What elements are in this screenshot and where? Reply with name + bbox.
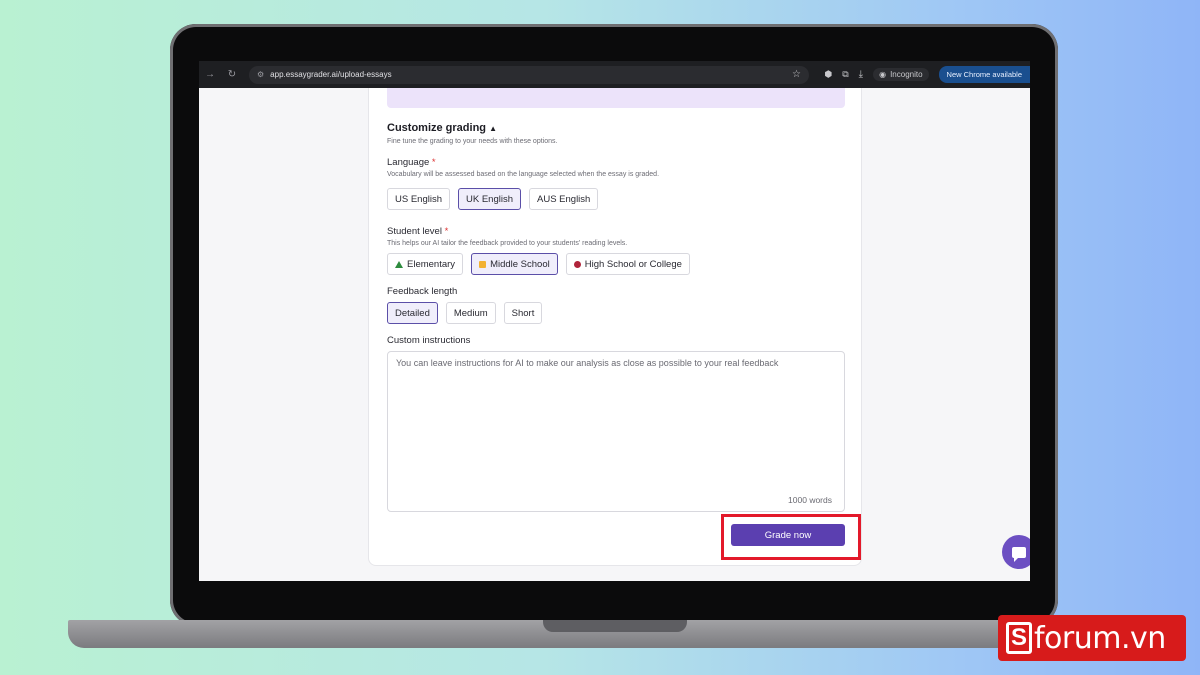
feedback-option-medium[interactable]: Medium [445,302,496,324]
bookmark-star-icon[interactable]: ☆ [792,69,801,80]
feedback-option-short[interactable]: Short [503,302,543,324]
language-option-aus[interactable]: AUS English [529,188,599,210]
level-option-elementary[interactable]: Elementary [387,253,464,275]
incognito-indicator[interactable]: ◉ Incognito [873,68,929,81]
language-hint: Vocabulary will be assessed based on the… [387,171,660,178]
feedback-length-label: Feedback length [387,286,458,297]
student-level-hint: This helps our AI tailor the feedback pr… [387,240,628,247]
language-option-uk[interactable]: UK English [458,188,521,210]
extensions-puzzle-icon[interactable]: ⧉ [842,69,848,80]
student-level-options: Elementary Middle School High School or … [387,253,690,275]
level-option-high-school[interactable]: High School or College [565,253,690,275]
forward-icon[interactable]: → [199,69,221,80]
watermark-brand: forum.vn [1034,620,1166,656]
tree-icon [395,260,403,268]
watermark-s-logo: S [1006,622,1032,654]
download-icon[interactable]: ⤓ [859,69,863,80]
circle-icon [573,260,581,268]
browser-toolbar: → ↻ ⚙ app.essaygrader.ai/upload-essays ☆… [199,61,1030,88]
extension-icon[interactable]: ⬢ [824,69,832,80]
chat-icon [1012,546,1026,562]
custom-instructions-textarea[interactable]: You can leave instructions for AI to mak… [387,351,845,512]
feedback-length-options: Detailed Medium Short [387,302,543,324]
caret-up-icon: ▲ [489,124,497,133]
feedback-option-detailed[interactable]: Detailed [387,302,438,324]
upload-area-bottom[interactable] [387,88,845,108]
customize-grading-toggle[interactable]: Customize grading ▲ [387,122,497,134]
watermark-logo: S forum.vn [998,615,1186,661]
word-limit: 1000 words [788,495,832,505]
student-level-label: Student level * [387,226,449,237]
laptop-screen: → ↻ ⚙ app.essaygrader.ai/upload-essays ☆… [199,61,1030,581]
site-settings-icon[interactable]: ⚙ [257,70,264,79]
update-chrome-button[interactable]: New Chrome available [938,66,1030,83]
address-bar[interactable]: ⚙ app.essaygrader.ai/upload-essays ☆ [249,65,809,84]
grade-now-button[interactable]: Grade now [731,524,845,546]
custom-instructions-label: Custom instructions [387,335,471,346]
language-options: US English UK English AUS English [387,188,599,210]
incognito-icon: ◉ [879,70,887,79]
url-text: app.essaygrader.ai/upload-essays [270,70,392,79]
laptop-notch [543,620,687,632]
grading-form-card: Customize grading ▲ Fine tune the gradin… [368,88,862,566]
customize-hint: Fine tune the grading to your needs with… [387,138,558,145]
instructions-placeholder: You can leave instructions for AI to mak… [396,358,779,368]
language-label: Language * [387,157,436,168]
chat-support-button[interactable] [1002,535,1030,569]
reload-icon[interactable]: ↻ [221,69,243,80]
square-icon [479,260,487,268]
level-option-middle-school[interactable]: Middle School [471,253,558,275]
language-option-us[interactable]: US English [387,188,450,210]
